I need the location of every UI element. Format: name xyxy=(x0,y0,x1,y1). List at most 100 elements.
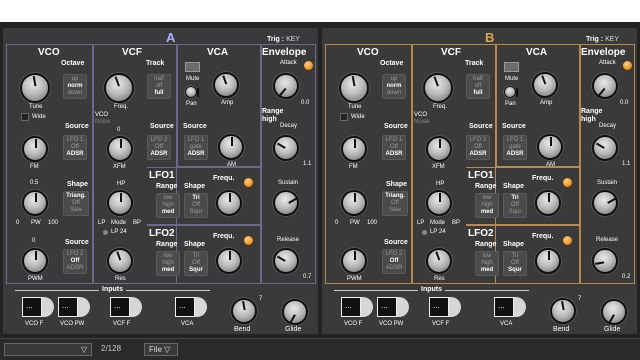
amp-label: Amp xyxy=(540,100,553,106)
octave-selector[interactable]: up norm down xyxy=(63,74,87,99)
mode-knob[interactable] xyxy=(107,190,133,216)
glide-knob[interactable] xyxy=(282,299,308,325)
pw-knob[interactable] xyxy=(341,190,367,216)
lfo1-shape-selector[interactable]: Tri Off Squr xyxy=(184,193,208,218)
lfo2-shape-selector[interactable]: Tri Off Squr xyxy=(184,251,208,276)
file-menu[interactable]: File ▽ xyxy=(144,343,178,356)
vca-input-jack[interactable] xyxy=(175,297,195,317)
vco-f-input-jack[interactable] xyxy=(341,297,361,317)
am-knob[interactable] xyxy=(218,134,244,160)
lp24-led[interactable] xyxy=(103,230,108,235)
vca-source-selector[interactable]: LFO 1 gate ADSR xyxy=(503,135,527,160)
lp24-label: LP 24 xyxy=(111,229,127,235)
sustain-knob[interactable] xyxy=(273,190,299,216)
fm-knob[interactable] xyxy=(341,136,367,162)
env-range-label: Range xyxy=(262,108,284,115)
vcf-source-selector[interactable]: LFO 2 Off ADSR xyxy=(466,135,490,160)
wide-checkbox[interactable] xyxy=(340,113,348,121)
bend-knob[interactable] xyxy=(550,298,576,324)
sustain-label: Sustain xyxy=(597,180,618,186)
vco-shape-selector[interactable]: Triang. Off Saw xyxy=(63,191,89,216)
glide-knob[interactable] xyxy=(601,299,627,325)
lfo2-frequ-knob[interactable] xyxy=(216,248,242,274)
pan-knob[interactable] xyxy=(504,86,516,98)
track-selector[interactable]: half off full xyxy=(466,74,490,99)
fm-source-selector[interactable]: LFO 1 Off ADSR xyxy=(382,135,406,160)
fm-knob[interactable] xyxy=(22,136,48,162)
res-knob[interactable] xyxy=(426,248,452,274)
amp-label: Amp xyxy=(221,100,234,106)
lfo1-frequ-knob[interactable] xyxy=(535,190,561,216)
lfo1-range-selector[interactable]: low high med xyxy=(475,193,499,218)
amp-knob[interactable] xyxy=(213,72,239,98)
envelope-indicator-led xyxy=(623,61,632,70)
fm-source-selector[interactable]: LFO 1 Off ADSR xyxy=(63,135,87,160)
sustain-knob[interactable] xyxy=(592,190,618,216)
decay-knob[interactable] xyxy=(592,135,618,161)
pan-knob[interactable] xyxy=(185,86,197,98)
lfo2-frequ-knob[interactable] xyxy=(535,248,561,274)
page-counter: 2/128 xyxy=(101,344,122,353)
env-range-value: high xyxy=(581,116,596,123)
lfo1-shape-selector[interactable]: Tri Off Squr xyxy=(503,193,527,218)
lfo1-title: LFO1 xyxy=(468,170,494,181)
lfo2-shape-selector[interactable]: Tri Off Squr xyxy=(503,251,527,276)
vco-mix-label: VCO xyxy=(414,112,428,118)
lfo2-range-selector[interactable]: low high med xyxy=(156,251,180,276)
wide-checkbox[interactable] xyxy=(21,113,29,121)
vco-f-input-jack[interactable] xyxy=(22,297,42,317)
pwm-source-selector[interactable]: LFO 2 Off ADSR xyxy=(63,249,87,274)
lfo1-range-selector[interactable]: low high med xyxy=(156,193,180,218)
mute-button[interactable] xyxy=(504,62,519,72)
amp-knob[interactable] xyxy=(532,72,558,98)
freq-knob[interactable] xyxy=(423,73,453,103)
attack-knob[interactable] xyxy=(592,73,618,99)
mode-knob[interactable] xyxy=(426,190,452,216)
vca-title: VCA xyxy=(526,47,548,58)
wide-label: Wide xyxy=(32,114,46,120)
vca-input-jack[interactable] xyxy=(494,297,514,317)
tune-knob[interactable] xyxy=(20,73,50,103)
am-knob[interactable] xyxy=(537,134,563,160)
vcf-f-input-label: VCF F xyxy=(432,321,450,327)
xfm-knob[interactable] xyxy=(107,136,133,162)
lfo2-range-label: Range xyxy=(156,241,178,248)
track-selector[interactable]: half off full xyxy=(147,74,171,99)
res-knob[interactable] xyxy=(107,248,133,274)
tune-knob[interactable] xyxy=(339,73,369,103)
vco-pw-input-jack[interactable] xyxy=(58,297,78,317)
preset-dropdown[interactable]: ▽ xyxy=(4,343,92,356)
octave-label: Octave xyxy=(380,60,404,67)
vcf-f-input-jack[interactable] xyxy=(429,297,449,317)
vco-source-label: Source xyxy=(65,123,89,130)
pw-knob[interactable] xyxy=(22,190,48,216)
lp24-led[interactable] xyxy=(422,230,427,235)
freq-knob[interactable] xyxy=(104,73,134,103)
vca-source-selector[interactable]: LFO 1 gate ADSR xyxy=(184,135,208,160)
attack-knob[interactable] xyxy=(273,73,299,99)
pwm-knob[interactable] xyxy=(341,248,367,274)
vco-pw-input-jack[interactable] xyxy=(377,297,397,317)
pwm-knob[interactable] xyxy=(22,248,48,274)
vca-source-label: Source xyxy=(502,123,526,130)
bend-knob[interactable] xyxy=(231,298,257,324)
xfm-knob[interactable] xyxy=(426,136,452,162)
mode-label: Mode xyxy=(430,220,446,226)
vcf-source-selector[interactable]: LFO 2 Off ADSR xyxy=(147,135,171,160)
xfm-label: XFM xyxy=(432,164,445,170)
decay-knob[interactable] xyxy=(273,135,299,161)
release-knob[interactable] xyxy=(273,248,299,274)
lfo1-shape-label: Shape xyxy=(503,183,525,190)
pwm-source-selector[interactable]: LFO 2 Off ADSR xyxy=(382,249,406,274)
release-knob[interactable] xyxy=(592,248,618,274)
lfo1-frequ-knob[interactable] xyxy=(216,190,242,216)
octave-selector[interactable]: up norm down xyxy=(382,74,406,99)
mute-button[interactable] xyxy=(185,62,200,72)
release-value: 0.7 xyxy=(303,274,312,280)
lfo2-range-selector[interactable]: low high med xyxy=(475,251,499,276)
pw-max: 100 xyxy=(48,220,59,226)
vco-shape-selector[interactable]: Triang. Off Saw xyxy=(382,191,408,216)
tune-label: Tune xyxy=(29,104,43,110)
vcf-f-input-jack[interactable] xyxy=(110,297,130,317)
vco-shape-label: Shape xyxy=(386,181,408,188)
